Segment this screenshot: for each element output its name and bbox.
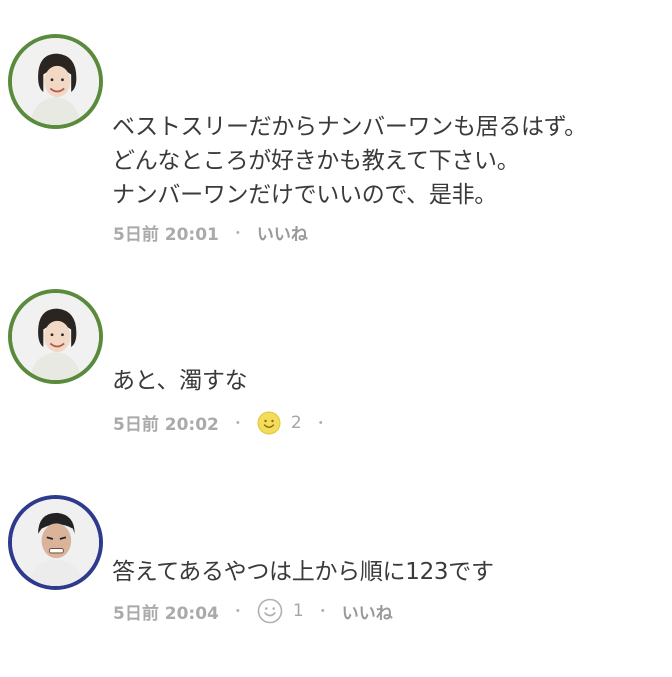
comment-line: あと、濁すな bbox=[112, 368, 248, 394]
avatar[interactable] bbox=[8, 495, 103, 590]
reaction-count: 2 bbox=[290, 412, 302, 433]
reaction-count: 1 bbox=[292, 601, 304, 621]
avatar[interactable] bbox=[8, 289, 103, 384]
comment-line: ベストスリーだからナンバーワンも居るはず。 bbox=[112, 114, 587, 140]
comment-line: ナンバーワンだけでいいので、是非。 bbox=[112, 182, 497, 208]
comment-meta: 5日前 20:01 ・ いいね bbox=[113, 220, 308, 245]
avatar[interactable] bbox=[8, 34, 103, 129]
comment-body: ベストスリーだからナンバーワンも居るはず。 どんなところが好きかも教えて下さい。… bbox=[112, 110, 664, 212]
comment-line: どんなところが好きかも教えて下さい。 bbox=[112, 148, 520, 174]
timestamp: 5日前 20:04 bbox=[113, 603, 219, 624]
separator: ・ bbox=[230, 415, 245, 432]
comment-line: 答えてあるやつは上から順に123です bbox=[112, 559, 494, 585]
comment-body: 答えてあるやつは上から順に123です bbox=[112, 555, 664, 589]
user-portrait-icon bbox=[12, 499, 99, 586]
comment-meta: 5日前 20:04 ・ 1 ・ いいね bbox=[113, 598, 393, 624]
smile-outline-icon bbox=[257, 598, 283, 624]
reaction-button[interactable]: 1 bbox=[257, 598, 304, 624]
separator: ・ bbox=[315, 604, 330, 620]
user-portrait-icon bbox=[12, 293, 99, 380]
timestamp: 5日前 20:02 bbox=[113, 415, 219, 435]
timestamp: 5日前 20:01 bbox=[113, 225, 219, 245]
reaction-button[interactable]: 2 bbox=[257, 411, 302, 435]
smile-filled-icon bbox=[257, 411, 281, 434]
separator: ・ bbox=[230, 225, 245, 242]
like-button[interactable]: いいね bbox=[257, 220, 308, 245]
user-portrait-icon bbox=[12, 38, 99, 125]
like-button[interactable]: いいね bbox=[342, 599, 393, 624]
comment-body: あと、濁すな bbox=[112, 364, 664, 398]
comment-meta: 5日前 20:02 ・ 2 ・ bbox=[113, 410, 340, 435]
separator: ・ bbox=[230, 604, 245, 620]
separator: ・ bbox=[313, 415, 328, 432]
